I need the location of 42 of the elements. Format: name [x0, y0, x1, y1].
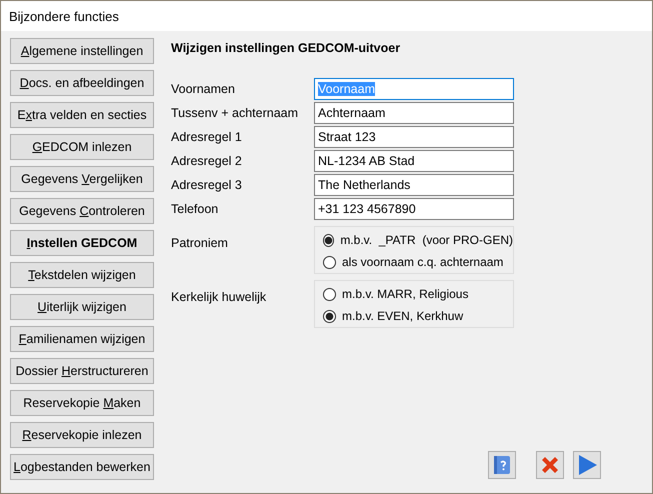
sidebar-button[interactable]: Familienamen wijzigen [10, 326, 154, 352]
cancel-button[interactable] [536, 451, 564, 479]
sidebar-button[interactable]: Logbestanden bewerken [10, 454, 154, 480]
input-field[interactable]: Straat 123 [314, 126, 514, 148]
radio-label: m.b.v. _PATR (voor PRO-GEN) [340, 233, 513, 247]
sidebar-button[interactable]: Extra velden en secties [10, 102, 154, 128]
next-button[interactable] [573, 451, 601, 479]
radio-button[interactable] [323, 256, 336, 268]
input-field[interactable]: NL-1234 AB Stad [314, 150, 514, 172]
sidebar-button[interactable]: Tekstdelen wijzigen [10, 262, 154, 288]
window-title: Bijzondere functies [9, 8, 119, 24]
field-label: Voornamen [171, 82, 236, 96]
help-book-icon [492, 455, 512, 475]
section-heading: Wijzigen instellingen GEDCOM-uitvoer [171, 41, 402, 57]
field-label: Telefoon [171, 202, 220, 216]
sidebar-button[interactable]: Gegevens Vergelijken [10, 166, 154, 192]
radio-button[interactable] [323, 288, 336, 300]
field-label: Adresregel 1 [171, 130, 243, 144]
radio-label: als voornaam c.q. achternaam [342, 255, 504, 269]
field-label: Adresregel 2 [171, 154, 243, 168]
radio-label: m.b.v. EVEN, Kerkhuw [342, 309, 464, 323]
field-label: Adresregel 3 [171, 178, 243, 192]
input-field[interactable]: The Netherlands [314, 174, 514, 196]
radio-button[interactable] [323, 234, 334, 246]
input-field[interactable]: Achternaam [314, 102, 514, 124]
radio-label: m.b.v. MARR, Religious [342, 287, 468, 301]
sidebar-button[interactable]: Docs. en afbeeldingen [10, 70, 154, 96]
sidebar-button[interactable]: Gegevens Controleren [10, 198, 154, 224]
sidebar-button[interactable]: Reservekopie Maken [10, 390, 154, 416]
play-arrow-icon [576, 454, 598, 476]
help-button[interactable] [488, 451, 516, 479]
option-label: Kerkelijk huwelijk [171, 289, 268, 306]
sidebar-button[interactable]: Instellen GEDCOM [10, 230, 154, 256]
field-label: Tussenv + achternaam [171, 106, 300, 120]
sidebar-button[interactable]: Algemene instellingen [10, 38, 154, 64]
sidebar-button[interactable]: Reservekopie inlezen [10, 422, 154, 448]
option-label: Patroniem [171, 235, 229, 252]
sidebar-button[interactable]: GEDCOM inlezen [10, 134, 154, 160]
sidebar-button[interactable]: Uiterlijk wijzigen [10, 294, 154, 320]
sidebar-button[interactable]: Dossier Herstructureren [10, 358, 154, 384]
input-field[interactable]: +31 123 4567890 [314, 198, 514, 220]
radio-button[interactable] [323, 310, 336, 322]
